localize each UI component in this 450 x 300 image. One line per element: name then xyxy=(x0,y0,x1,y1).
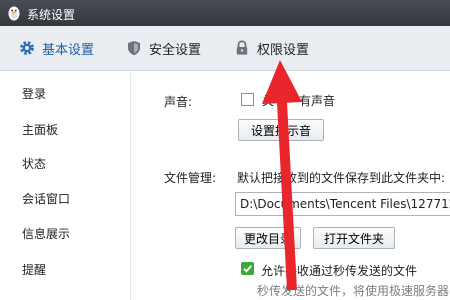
sound-label: 声音: xyxy=(164,95,193,109)
tab-security-settings[interactable]: 安全设置 xyxy=(125,26,201,70)
checkmark-icon xyxy=(243,265,252,273)
tab-label: 基本设置 xyxy=(42,42,95,58)
sidebar-item-reminder[interactable]: 提醒 xyxy=(0,253,130,287)
tab-label: 权限设置 xyxy=(257,42,310,58)
allow-second-transfer-checkbox[interactable] xyxy=(241,262,254,275)
download-path-field[interactable]: D:\Documents\Tencent Files\1277121 xyxy=(235,192,450,216)
title-bar: 系统设置 xyxy=(0,0,450,26)
file-save-description: 默认把接收到的文件保存到此文件夹中: xyxy=(237,171,446,185)
mute-sound-label-start: 关 xyxy=(262,94,275,108)
shield-icon xyxy=(128,41,140,56)
sidebar-item-info-display[interactable]: 信息展示 xyxy=(0,217,130,251)
second-transfer-note: 秒传发送的文件，将使用极速服务器 xyxy=(257,284,450,298)
settings-tab-bar: 基本设置 安全设置 权限设置 xyxy=(0,26,450,71)
open-folder-button[interactable]: 打开文件夹 xyxy=(313,227,395,249)
sidebar-item-login[interactable]: 登录 xyxy=(0,77,130,111)
gear-icon xyxy=(20,41,34,55)
allow-second-transfer-label: 允许接收通过秒传发送的文件 xyxy=(261,264,418,278)
sidebar-item-status[interactable]: 状态 xyxy=(0,147,130,181)
set-notification-sound-button[interactable]: 设置提示音 xyxy=(238,119,324,141)
mute-sound-label-end: 有声音 xyxy=(299,94,336,108)
penguin-logo-icon xyxy=(8,6,20,21)
sidebar-item-main-panel[interactable]: 主面板 xyxy=(0,113,130,147)
window-title: 系统设置 xyxy=(27,8,76,22)
settings-sidebar: 登录 主面板 状态 会话窗口 信息展示 提醒 xyxy=(0,71,131,300)
tab-permission-settings[interactable]: 权限设置 xyxy=(233,26,309,70)
settings-content-panel: 声音: 关 有声音 设置提示音 文件管理: 默认把接收到的文件保存到此文件夹中:… xyxy=(131,71,450,300)
lock-icon xyxy=(236,40,248,55)
sidebar-item-chat-window[interactable]: 会话窗口 xyxy=(0,182,130,216)
mute-sound-checkbox[interactable] xyxy=(241,93,254,106)
file-management-label: 文件管理: xyxy=(164,171,217,185)
tab-basic-settings[interactable]: 基本设置 xyxy=(18,26,94,70)
change-directory-button[interactable]: 更改目录 xyxy=(235,227,301,249)
tab-label: 安全设置 xyxy=(149,42,202,58)
